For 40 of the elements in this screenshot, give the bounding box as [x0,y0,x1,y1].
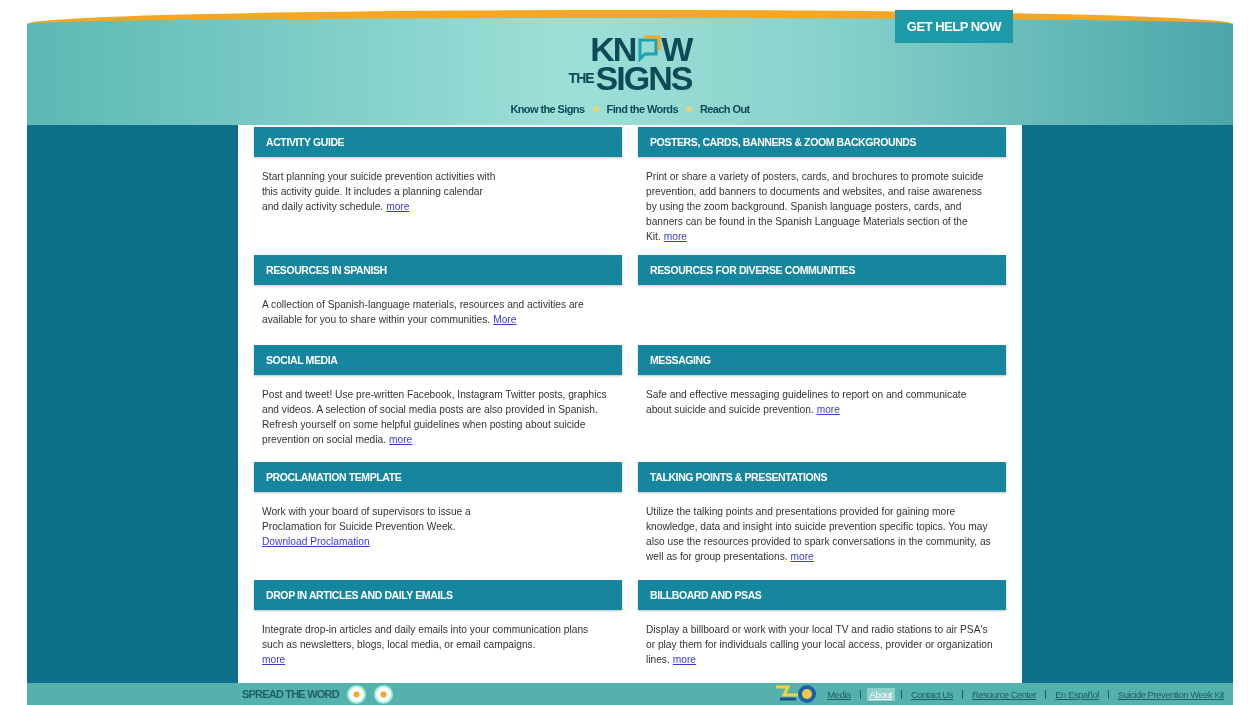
logo-text: KN [590,34,636,64]
more-link[interactable]: more [262,652,286,667]
section-heading: BILLBOARD AND PSAS [638,580,1006,610]
nav-link[interactable]: Know the Signs [510,102,585,115]
spread-label: SPREAD THE WORD [242,688,339,700]
section-description: Start planning your suicide prevention activities with this activity guide. It includes a planning calendar and daily activity schedule. more [262,170,497,214]
section-heading: DROP IN ARTICLES AND DAILY EMAILS [254,580,622,610]
emblem-icon [774,683,819,705]
section-description: Print or share a variety of posters, cards, and brochures to promote suicide prevention, add banners to documents and websites, and raise awareness by using the zoom background. Spanish language posters, cards, and banners can be found in the Spanish Language Materials section of the Kit. more [646,170,985,244]
section-description: Post and tweet! Use pre-written Facebook, Instagram Twitter posts, graphics and videos. A selection of social media posts are also provided in Spanish. Refresh yourself on some helpful guidelines when posting about suicide prevention on social media. more [262,388,608,447]
section-heading: MESSAGING [638,345,1006,375]
more-link[interactable]: more [389,434,413,445]
section-heading: SOCIAL MEDIA [254,345,622,375]
more-link[interactable]: Download Proclamation [262,534,370,549]
section-heading: ACTIVITY GUIDE [254,127,622,157]
logo-text: SIGNS [595,64,692,93]
section-heading: POSTERS, CARDS, BANNERS & ZOOM BACKGROUNDS [638,127,1006,157]
more-link[interactable]: more [386,201,410,212]
logo-text: W [661,34,692,64]
section-description: Integrate drop-in articles and daily emails into your communication plans such as newsletters, blogs, local media, or email campaigns. more [262,623,590,667]
section-description: Work with your board of supervisors to issue a Proclamation for Suicide Prevention Week. Download Proclamation [262,505,472,549]
more-link[interactable]: more [672,654,696,665]
get-help-button[interactable]: GET HELP NOW [894,10,1013,43]
more-link[interactable]: More [493,314,517,325]
section-description: Display a billboard or work with your local TV and radio stations to air PSA's or play them for individuals calling your local access, provider or organization lines. more [646,623,994,667]
section-heading: RESOURCES IN SPANISH [254,255,622,285]
logo-text: THE [568,72,594,85]
more-link[interactable]: more [663,231,687,242]
section-description: Utilize the talking points and presentations provided for gaining more knowledge, data and insight into suicide prevention specific topics. You may also use the resources provided to spark conversations in the community, as well as for group presentations. more [646,505,992,564]
section-heading: RESOURCES FOR DIVERSE COMMUNITIES [638,255,1006,285]
nav-link[interactable]: Reach Out [699,102,750,115]
section-description: Safe and effective messaging guidelines to report on and communicate about suicide and suicide prevention. more [646,388,968,417]
more-link[interactable]: more [816,404,840,415]
share-icon[interactable] [346,684,366,704]
section-heading: PROCLAMATION TEMPLATE [254,462,622,492]
section-heading: TALKING POINTS & PRESENTATIONS [638,462,1006,492]
share-icon[interactable] [373,684,393,704]
section-description: A collection of Spanish-language materials, resources and activities are available for you to share within your communities. More [262,298,585,327]
more-link[interactable]: more [790,551,814,562]
nav-link[interactable]: Find the Words [606,102,678,115]
